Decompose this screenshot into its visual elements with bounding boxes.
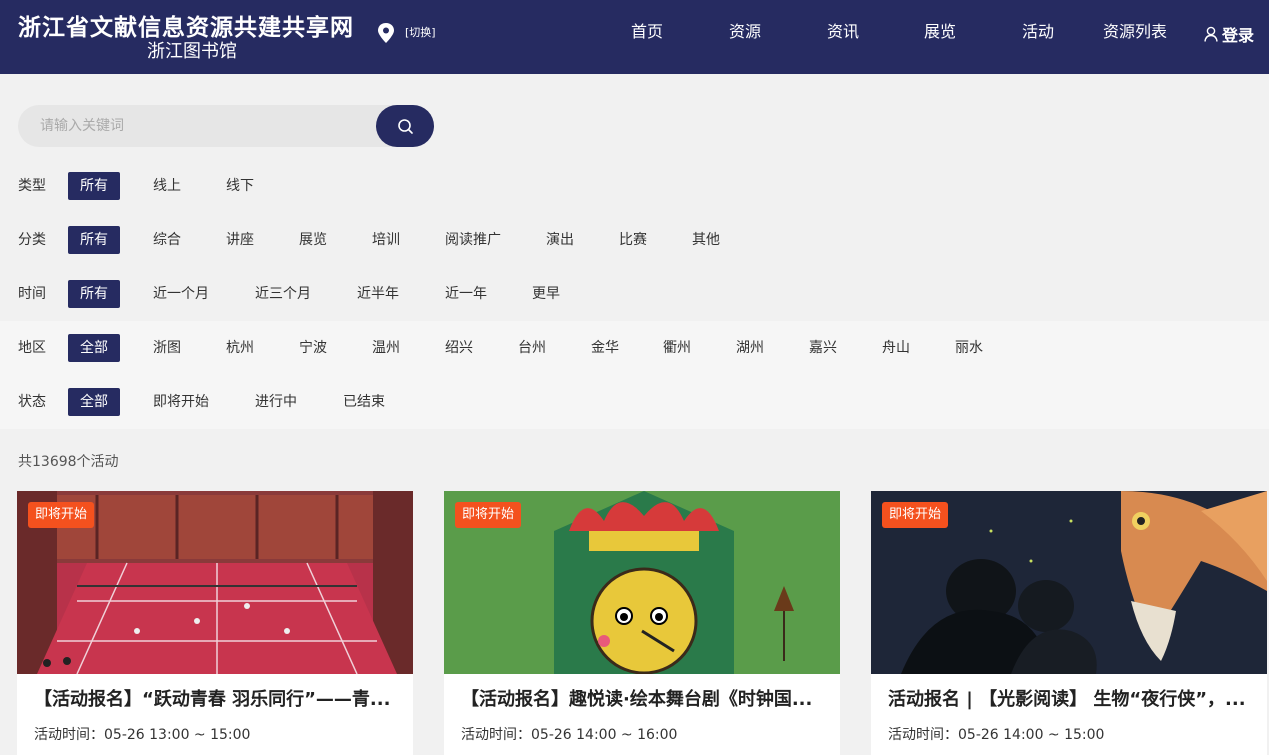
activity-count: 共13698个活动 (18, 454, 119, 470)
filter-category-option[interactable]: 比赛 (619, 213, 647, 267)
filter-category-option[interactable]: 培训 (372, 213, 400, 267)
filter-time-option[interactable]: 更早 (532, 267, 560, 321)
filter-status: 状态 全部 即将开始 进行中 已结束 (0, 375, 1269, 429)
clock-puppet-photo[interactable]: 即将开始 (444, 491, 840, 674)
activity-card[interactable]: 即将开始 【活动报名】“跃动青春 羽乐同行”——青... 活动时间：05-26 … (17, 491, 413, 755)
filter-type-label: 类型 (18, 178, 46, 194)
filter-category-option[interactable]: 阅读推广 (445, 213, 501, 267)
filter-category-option[interactable]: 演出 (546, 213, 574, 267)
filter-region-option[interactable]: 浙图 (153, 321, 181, 375)
search-bar (18, 105, 434, 147)
activity-card-title[interactable]: 【活动报名】趣悦读·绘本舞台剧《时钟国... (461, 685, 831, 711)
filter-category-option[interactable]: 讲座 (226, 213, 254, 267)
filter-region-option[interactable]: 嘉兴 (809, 321, 837, 375)
badminton-court-photo[interactable]: 即将开始 (17, 491, 413, 674)
activity-card[interactable]: 即将开始 【活动报名】趣悦读·绘本舞台剧《时钟国... 活动时间：05-26 1… (444, 491, 840, 755)
filter-region-option[interactable]: 宁波 (299, 321, 327, 375)
filter-region: 地区 全部 浙图 杭州 宁波 温州 绍兴 台州 金华 衢州 湖州 嘉兴 舟山 丽… (0, 321, 1269, 375)
filter-status-option[interactable]: 全部 (68, 388, 120, 416)
filter-region-option[interactable]: 杭州 (226, 321, 254, 375)
filter-category-option[interactable]: 展览 (299, 213, 327, 267)
filter-time-option[interactable]: 近一个月 (153, 267, 209, 321)
activity-card-title[interactable]: 【活动报名】“跃动青春 羽乐同行”——青... (34, 685, 404, 711)
filter-type-option[interactable]: 线下 (226, 159, 254, 213)
filter-region-option[interactable]: 绍兴 (445, 321, 473, 375)
filter-region-label: 地区 (18, 340, 46, 356)
filter-category-label: 分类 (18, 232, 46, 248)
login-label: 登录 (1222, 26, 1255, 45)
activity-card[interactable]: 即将开始 活动报名 | 【光影阅读】 生物“夜行侠”，... 活动时间：05-2… (871, 491, 1267, 755)
filter-type-option[interactable]: 所有 (68, 172, 120, 200)
filter-region-option[interactable]: 温州 (372, 321, 400, 375)
location-switch-link[interactable]: [切换] (405, 24, 436, 40)
site-header: 浙江省文献信息资源共建共享网 浙江图书馆 [切换] 首页 资源 资讯 展览 活动… (0, 0, 1269, 74)
nav-activities[interactable]: 活动 (1022, 0, 1054, 64)
filter-status-option[interactable]: 已结束 (343, 375, 385, 429)
filter-category-option[interactable]: 综合 (153, 213, 181, 267)
filter-region-option[interactable]: 金华 (591, 321, 619, 375)
filter-category: 分类 所有 综合 讲座 展览 培训 阅读推广 演出 比赛 其他 (0, 213, 1269, 267)
activity-card-time: 活动时间：05-26 14:00 ~ 16:00 (461, 727, 678, 743)
search-input[interactable] (18, 105, 376, 147)
filter-region-option[interactable]: 台州 (518, 321, 546, 375)
filter-time: 时间 所有 近一个月 近三个月 近半年 近一年 更早 (0, 267, 1269, 321)
filter-time-option[interactable]: 近三个月 (255, 267, 311, 321)
filter-category-option[interactable]: 所有 (68, 226, 120, 254)
filter-status-option[interactable]: 进行中 (255, 375, 297, 429)
filter-region-option[interactable]: 湖州 (736, 321, 764, 375)
filter-type-option[interactable]: 线上 (153, 159, 181, 213)
filter-region-option[interactable]: 全部 (68, 334, 120, 362)
user-icon (1204, 26, 1218, 42)
filter-region-option[interactable]: 衢州 (663, 321, 691, 375)
library-name: 浙江图书馆 (147, 41, 237, 62)
nav-home[interactable]: 首页 (631, 0, 663, 64)
location-pin-icon[interactable] (376, 22, 396, 44)
nav-resources[interactable]: 资源 (729, 0, 761, 64)
nav-exhibitions[interactable]: 展览 (924, 0, 956, 64)
filter-time-option[interactable]: 近半年 (357, 267, 399, 321)
filter-category-option[interactable]: 其他 (692, 213, 720, 267)
filter-type: 类型 所有 线上 线下 (0, 159, 1269, 213)
owl-projection-photo[interactable]: 即将开始 (871, 491, 1267, 674)
status-badge: 即将开始 (882, 502, 949, 528)
status-badge: 即将开始 (28, 502, 95, 528)
filter-region-option[interactable]: 丽水 (955, 321, 983, 375)
search-button[interactable] (376, 105, 434, 147)
status-badge: 即将开始 (455, 502, 522, 528)
activity-card-time: 活动时间：05-26 13:00 ~ 15:00 (34, 727, 251, 743)
filter-time-option[interactable]: 近一年 (445, 267, 487, 321)
activity-card-title[interactable]: 活动报名 | 【光影阅读】 生物“夜行侠”，... (888, 685, 1258, 711)
filter-region-option[interactable]: 舟山 (882, 321, 910, 375)
filter-status-option[interactable]: 即将开始 (153, 375, 209, 429)
filter-time-option[interactable]: 所有 (68, 280, 120, 308)
nav-news[interactable]: 资讯 (827, 0, 859, 64)
filter-time-label: 时间 (18, 286, 46, 302)
activity-card-time: 活动时间：05-26 14:00 ~ 15:00 (888, 727, 1105, 743)
login-button[interactable]: 登录 (1204, 22, 1254, 46)
nav-resource-list[interactable]: 资源列表 (1103, 0, 1167, 64)
filter-status-label: 状态 (18, 394, 46, 410)
search-icon (397, 118, 413, 134)
